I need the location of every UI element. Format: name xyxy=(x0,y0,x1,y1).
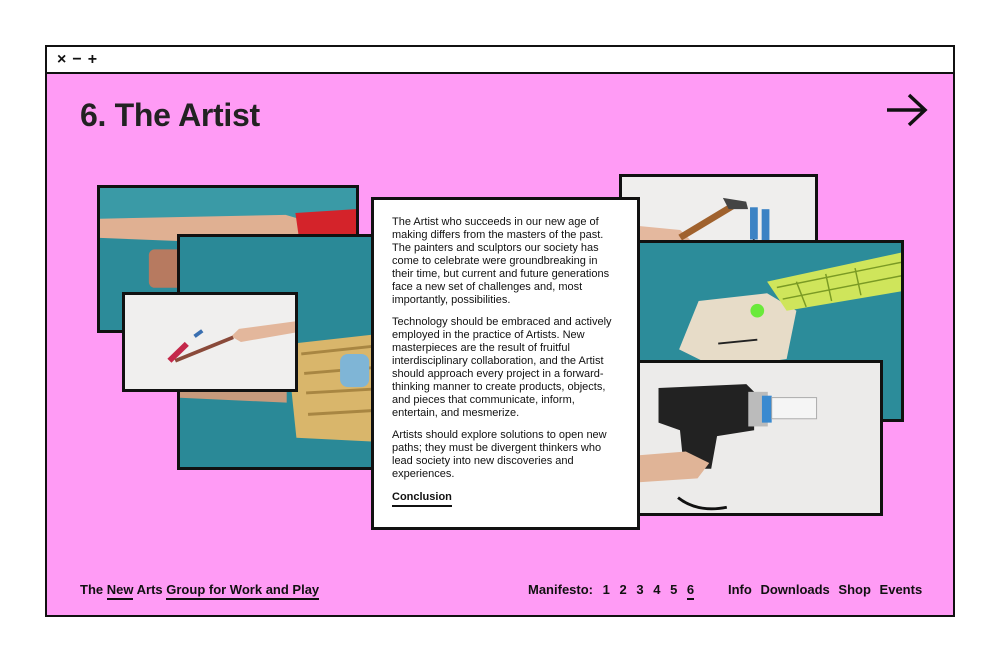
manifesto-page-4[interactable]: 4 xyxy=(653,582,660,597)
nav-info[interactable]: Info xyxy=(728,582,752,597)
maximize-icon[interactable]: + xyxy=(88,51,97,68)
footer-nav: Info Downloads Shop Events xyxy=(728,582,927,597)
nav-events[interactable]: Events xyxy=(880,582,923,597)
manifesto-label: Manifesto: xyxy=(528,582,593,597)
manifesto-page-1[interactable]: 1 xyxy=(603,582,610,597)
brand-the: The xyxy=(80,582,104,597)
minimize-icon[interactable]: − xyxy=(72,51,81,68)
page-title: 6. The Artist xyxy=(80,97,260,133)
brand-new-link[interactable]: New xyxy=(106,582,134,600)
brand-group-link[interactable]: Group for Work and Play xyxy=(166,582,320,600)
close-icon[interactable]: × xyxy=(57,51,66,68)
conclusion-link[interactable]: Conclusion xyxy=(392,491,452,507)
nav-shop[interactable]: Shop xyxy=(838,582,871,597)
brand-line: The New Arts Group for Work and Play xyxy=(80,582,320,600)
manifesto-page-6-current[interactable]: 6 xyxy=(686,582,695,600)
paragraph-2: Technology should be embraced and active… xyxy=(392,316,612,419)
brand-arts: Arts xyxy=(136,582,163,597)
manifesto-page-3[interactable]: 3 xyxy=(636,582,643,597)
photo-hand-pencil xyxy=(122,292,298,392)
nav-downloads[interactable]: Downloads xyxy=(760,582,829,597)
photo-hand-drill xyxy=(636,360,883,516)
paragraph-1: The Artist who succeeds in our new age o… xyxy=(392,216,610,306)
manifesto-page-2[interactable]: 2 xyxy=(619,582,626,597)
paragraph-3: Artists should explore solutions to open… xyxy=(392,429,607,480)
browser-window: × − + 6. The Artist The Artist who succe… xyxy=(45,45,955,617)
manifesto-pager: Manifesto: 1 2 3 4 5 6 xyxy=(528,582,695,600)
arrow-right-icon[interactable] xyxy=(885,93,929,127)
manifesto-page-5[interactable]: 5 xyxy=(670,582,677,597)
manifesto-text-card: The Artist who succeeds in our new age o… xyxy=(371,197,640,530)
window-titlebar: × − + xyxy=(47,47,953,74)
